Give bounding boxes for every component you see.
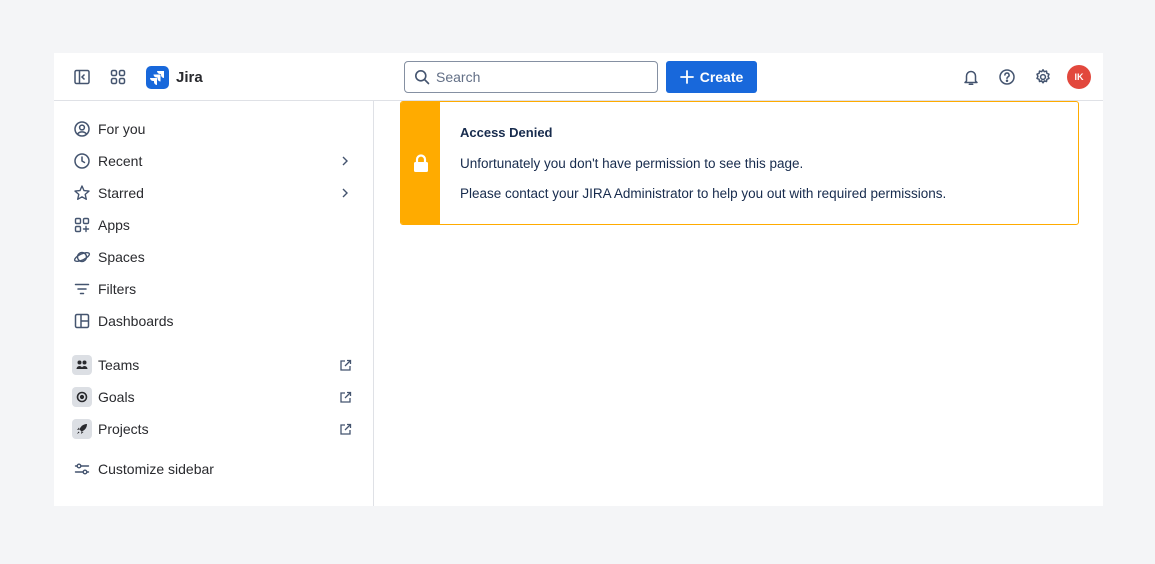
apps-icon [72, 215, 92, 235]
sidebar-item-for-you[interactable]: For you [72, 115, 354, 143]
sidebar-item-label: Dashboards [98, 313, 174, 329]
sidebar-item-label: Projects [98, 421, 149, 437]
sidebar-item-label: Apps [98, 217, 130, 233]
create-button-label: Create [699, 69, 744, 85]
external-link-icon[interactable] [336, 356, 354, 374]
person-circle-icon [72, 119, 92, 139]
sidebar-item-label: Filters [98, 281, 137, 297]
plus-icon [679, 70, 694, 84]
app-window: Jira Create IK For you [54, 53, 1103, 506]
jira-logo[interactable]: Jira [146, 65, 203, 89]
banner-body: Access Denied Unfortunately you don't ha… [440, 102, 946, 224]
lock-icon [413, 154, 428, 172]
sliders-icon [72, 459, 92, 479]
help-icon[interactable] [995, 65, 1019, 89]
sidebar-item-apps[interactable]: Apps [72, 211, 354, 239]
search-input[interactable] [436, 69, 636, 85]
main-content: Access Denied Unfortunately you don't ha… [374, 101, 1103, 506]
access-denied-banner: Access Denied Unfortunately you don't ha… [400, 101, 1079, 225]
clock-icon [72, 151, 92, 171]
customize-sidebar-label: Customize sidebar [98, 461, 214, 477]
sidebar-item-label: Spaces [98, 249, 145, 265]
app-switcher-icon[interactable] [106, 65, 130, 89]
sidebar-item-recent[interactable]: Recent [72, 147, 354, 175]
search-icon [415, 70, 430, 85]
external-link-icon[interactable] [336, 388, 354, 406]
filter-icon [72, 279, 92, 299]
sidebar-item-goals[interactable]: Goals [72, 383, 354, 411]
sidebar-toggle-icon[interactable] [70, 65, 94, 89]
sidebar-item-teams[interactable]: Teams [72, 351, 354, 379]
rocket-icon [72, 419, 92, 439]
top-navigation: Jira Create IK [54, 53, 1103, 101]
chevron-right-icon[interactable] [336, 152, 354, 170]
sidebar-item-projects[interactable]: Projects [72, 415, 354, 443]
sidebar-item-label: Teams [98, 357, 140, 373]
search-box[interactable] [404, 61, 658, 93]
sidebar: For you Recent Starred Apps Spaces Filte… [54, 101, 374, 506]
star-icon [72, 183, 92, 203]
banner-message: Unfortunately you don't have permission … [460, 156, 804, 171]
customize-sidebar-button[interactable]: Customize sidebar [72, 455, 354, 483]
dashboard-icon [72, 311, 92, 331]
planet-icon [72, 247, 92, 267]
goals-icon [72, 387, 92, 407]
sidebar-item-spaces[interactable]: Spaces [72, 243, 354, 271]
create-button[interactable]: Create [666, 61, 757, 93]
sidebar-item-label: Starred [98, 185, 144, 201]
user-avatar[interactable]: IK [1067, 65, 1091, 89]
teams-icon [72, 355, 92, 375]
banner-title: Access Denied [460, 125, 553, 140]
settings-gear-icon[interactable] [1031, 65, 1055, 89]
banner-accent [401, 102, 440, 224]
sidebar-item-starred[interactable]: Starred [72, 179, 354, 207]
notifications-bell-icon[interactable] [959, 65, 983, 89]
sidebar-item-dashboards[interactable]: Dashboards [72, 307, 354, 335]
sidebar-item-label: Goals [98, 389, 135, 405]
jira-logo-icon [146, 65, 169, 89]
sidebar-item-filters[interactable]: Filters [72, 275, 354, 303]
banner-help-text: Please contact your JIRA Administrator t… [460, 186, 947, 201]
external-link-icon[interactable] [336, 420, 354, 438]
chevron-right-icon[interactable] [336, 184, 354, 202]
app-name: Jira [176, 68, 203, 86]
sidebar-item-label: Recent [98, 153, 143, 169]
sidebar-item-label: For you [98, 121, 146, 137]
